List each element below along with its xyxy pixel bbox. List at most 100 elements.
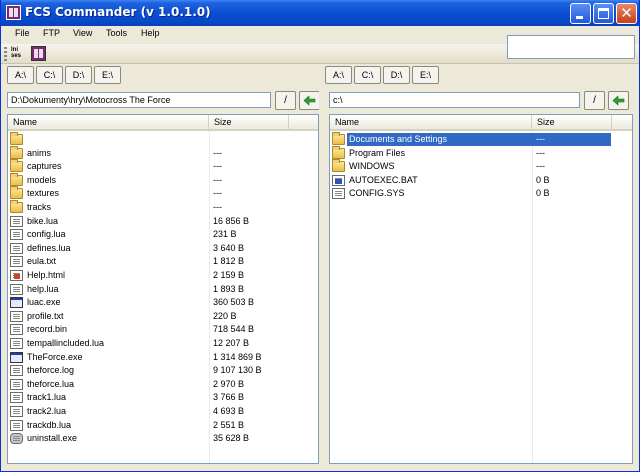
minimize-icon (576, 16, 583, 19)
file-row[interactable]: tracks --- (8, 200, 318, 215)
executable-icon (10, 297, 23, 309)
file-size: 3 640 B (213, 242, 245, 253)
file-row[interactable]: help.lua 1 893 B (8, 283, 318, 297)
folder-icon (10, 200, 23, 213)
right-drive-d[interactable]: D:\ (383, 66, 410, 84)
file-name: anims (27, 147, 52, 158)
file-row[interactable]: trackdb.lua 2 551 B (8, 419, 318, 433)
maximize-icon (598, 8, 609, 19)
file-size: 1 314 869 B (213, 351, 262, 362)
right-back-button[interactable] (608, 91, 629, 110)
right-path-input[interactable]: c:\ (329, 92, 580, 108)
left-file-list[interactable]: Name Size anims --- captures --- models --- te… (7, 114, 319, 464)
left-drive-a[interactable]: A:\ (7, 66, 34, 84)
menu-help[interactable]: Help (141, 28, 160, 38)
file-row[interactable]: Documents and Settings --- (330, 132, 632, 147)
file-size: 0 B (536, 174, 550, 185)
file-row[interactable]: WINDOWS --- (330, 159, 632, 174)
file-size: 1 812 B (213, 256, 245, 267)
left-col-size-header[interactable]: Size (209, 115, 289, 131)
right-col-extra-header[interactable] (612, 115, 632, 131)
menu-tools[interactable]: Tools (106, 28, 127, 38)
toolbar-grip[interactable] (4, 47, 7, 61)
file-size: --- (536, 161, 545, 172)
file-row[interactable]: track2.lua 4 693 B (8, 405, 318, 419)
title-bar[interactable]: FCS Commander (v 1.0.1.0) ✕ (1, 0, 639, 26)
file-size: 220 B (213, 310, 237, 321)
left-drive-e[interactable]: E:\ (94, 66, 121, 84)
file-size: --- (213, 161, 222, 172)
minimize-button[interactable] (570, 3, 591, 24)
maximize-button[interactable] (593, 3, 614, 24)
file-row[interactable]: theforce.log 9 107 130 B (8, 364, 318, 378)
file-row[interactable]: Help.html 2 159 B (8, 269, 318, 283)
file-row[interactable]: models --- (8, 172, 318, 188)
file-row[interactable]: captures --- (8, 159, 318, 174)
file-row[interactable]: AUTOEXEC.BAT 0 B (330, 174, 632, 188)
left-col-extra-header[interactable] (289, 115, 318, 131)
panel-splitter[interactable] (319, 64, 325, 468)
file-row[interactable]: config.lua 231 B (8, 228, 318, 242)
close-icon: ✕ (620, 4, 633, 22)
sessions-icon-text: Ini ses (11, 47, 22, 59)
file-name: captures (27, 161, 62, 172)
right-file-list[interactable]: Name Size Documents and Settings --- Progr… (329, 114, 633, 464)
left-path-input[interactable]: D:\Dokumenty\hry\Motocross The Force (7, 92, 271, 108)
right-drive-c[interactable]: C:\ (354, 66, 381, 84)
commander-tool-button[interactable] (31, 46, 46, 61)
quick-search-box[interactable] (507, 35, 635, 59)
file-row[interactable]: TheForce.exe 1 314 869 B (8, 351, 318, 365)
left-drive-d[interactable]: D:\ (65, 66, 92, 84)
file-size: 718 544 B (213, 324, 255, 335)
file-row[interactable]: anims --- (8, 145, 318, 161)
text-file-icon (10, 324, 23, 336)
menu-file[interactable]: File (15, 28, 30, 38)
file-name: WINDOWS (349, 161, 395, 172)
right-col-name-header[interactable]: Name (330, 115, 532, 131)
file-row[interactable]: luac.exe 360 503 B (8, 296, 318, 310)
text-file-icon (10, 338, 23, 349)
text-file-icon (10, 419, 23, 431)
file-size: 35 628 B (213, 433, 250, 444)
file-row[interactable]: CONFIG.SYS 0 B (330, 187, 632, 201)
menu-ftp[interactable]: FTP (43, 28, 60, 38)
text-file-icon (10, 406, 23, 417)
file-row[interactable]: track1.lua 3 766 B (8, 391, 318, 405)
app-window: FCS Commander (v 1.0.1.0) ✕ File FTP Vie… (0, 0, 640, 472)
file-row[interactable]: record.bin 718 544 B (8, 323, 318, 337)
right-drive-e[interactable]: E:\ (412, 66, 439, 84)
app-icon[interactable] (6, 5, 21, 20)
sessions-button[interactable]: Ini ses (11, 47, 27, 61)
file-row[interactable]: eula.txt 1 812 B (8, 255, 318, 269)
file-row[interactable]: bike.lua 16 856 B (8, 215, 318, 229)
file-size: --- (213, 174, 222, 185)
file-row[interactable]: tempallincluded.lua 12 207 B (8, 337, 318, 351)
file-row[interactable]: theforce.lua 2 970 B (8, 378, 318, 392)
file-size: --- (213, 188, 222, 199)
text-file-icon (10, 256, 23, 268)
file-row[interactable]: profile.txt 220 B (8, 310, 318, 324)
left-drive-c[interactable]: C:\ (36, 66, 63, 84)
left-back-button[interactable] (299, 91, 320, 110)
file-row[interactable]: Program Files --- (330, 145, 632, 161)
file-row[interactable] (8, 132, 318, 147)
close-button[interactable]: ✕ (616, 3, 637, 24)
file-size: 16 856 B (213, 215, 250, 226)
right-col-size-header[interactable]: Size (532, 115, 612, 131)
menu-view[interactable]: View (73, 28, 92, 38)
right-root-button[interactable]: / (584, 91, 605, 110)
left-col-name-header[interactable]: Name (8, 115, 209, 131)
text-file-icon (10, 392, 23, 404)
file-size: 4 693 B (213, 406, 245, 416)
file-size: 9 107 130 B (213, 365, 262, 376)
file-name: luac.exe (27, 297, 61, 308)
folder-icon (10, 145, 23, 159)
file-name: tempallincluded.lua (27, 338, 105, 348)
folder-icon (10, 132, 23, 145)
file-row[interactable]: uninstall.exe 35 628 B (8, 432, 318, 446)
file-row[interactable]: textures --- (8, 186, 318, 201)
right-drive-a[interactable]: A:\ (325, 66, 352, 84)
file-name: help.lua (27, 283, 59, 294)
left-root-button[interactable]: / (275, 91, 296, 110)
file-row[interactable]: defines.lua 3 640 B (8, 242, 318, 256)
